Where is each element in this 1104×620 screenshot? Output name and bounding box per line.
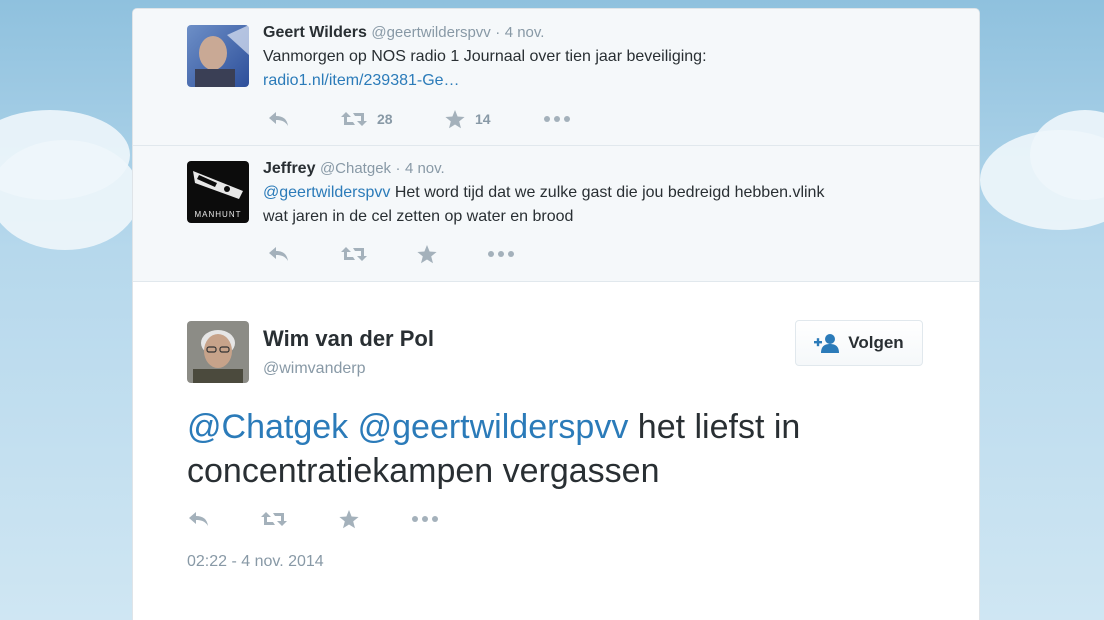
reply-button[interactable] [267, 244, 289, 264]
author-name[interactable]: Geert Wilders [263, 24, 367, 41]
manhunt-logo-text: MANHUNT [195, 210, 242, 219]
separator-dot: · [395, 160, 401, 177]
more-button[interactable] [487, 244, 515, 264]
main-tweet-timestamp[interactable]: 02:22 - 4 nov. 2014 [187, 553, 324, 571]
star-icon [339, 509, 359, 528]
star-icon [417, 244, 437, 263]
retweet-count: 28 [377, 111, 393, 127]
mention-link[interactable]: @geertwilderspvv [358, 408, 629, 446]
manhunt-logo-icon: MANHUNT [187, 161, 249, 223]
author-handle[interactable]: @Chatgek [320, 160, 391, 177]
more-button[interactable] [543, 109, 571, 129]
more-button[interactable] [411, 509, 439, 529]
tweet-text-line: concentratiekampen vergassen [187, 452, 660, 490]
follow-button[interactable]: Volgen [795, 320, 923, 366]
conversation-tweet-geert[interactable]: Geert Wilders @geertwilderspvv · 4 nov. … [133, 9, 979, 146]
avatar-jeffrey[interactable]: MANHUNT [187, 161, 249, 223]
favorite-count: 14 [475, 111, 491, 127]
main-author-handle[interactable]: @wimvanderp [263, 360, 366, 378]
tweet-text-line: wat jaren in de cel zetten op water en b… [263, 208, 574, 225]
retweet-button[interactable]: 28 [341, 109, 393, 129]
avatar-wim[interactable] [187, 321, 249, 383]
more-icon [544, 116, 570, 122]
avatar-geert[interactable] [187, 25, 249, 87]
add-user-icon [814, 334, 840, 353]
more-icon [412, 516, 438, 522]
retweet-icon [341, 112, 367, 126]
tweet-text-line: Het word tijd dat we zulke gast die jou … [390, 184, 825, 201]
favorite-button[interactable] [339, 509, 359, 529]
main-author-name[interactable]: Wim van der Pol [263, 326, 434, 352]
reply-button[interactable] [267, 109, 289, 129]
reply-icon [269, 112, 288, 126]
favorite-button[interactable] [417, 244, 437, 264]
tweet-text-line: het liefst in [628, 408, 801, 446]
tweet-link[interactable]: radio1.nl/item/239381-Ge… [263, 72, 460, 89]
tweet-header: Jeffrey @Chatgek · 4 nov. [263, 160, 445, 178]
separator-dot: · [495, 24, 501, 41]
more-icon [488, 251, 514, 257]
cloud-left-2 [0, 140, 140, 250]
author-handle[interactable]: @geertwilderspvv [371, 24, 490, 41]
tweet-text: @geertwilderspvv Het word tijd dat we zu… [263, 181, 953, 229]
retweet-icon [341, 247, 367, 261]
reply-icon [189, 512, 208, 526]
tweet-panel: Geert Wilders @geertwilderspvv · 4 nov. … [132, 8, 980, 620]
tweet-header: Geert Wilders @geertwilderspvv · 4 nov. [263, 24, 544, 42]
retweet-icon [261, 512, 287, 526]
favorite-button[interactable]: 14 [445, 109, 491, 129]
author-name[interactable]: Jeffrey [263, 160, 315, 177]
portrait-photo-icon [187, 321, 249, 383]
conversation-tweet-jeffrey[interactable]: MANHUNT Jeffrey @Chatgek · 4 nov. @geert… [133, 146, 979, 282]
portrait-photo-icon [187, 25, 249, 87]
reply-icon [269, 247, 288, 261]
retweet-button[interactable] [341, 244, 367, 264]
tweet-date[interactable]: 4 nov. [505, 24, 545, 41]
reply-button[interactable] [187, 509, 209, 529]
tweet-date[interactable]: 4 nov. [405, 160, 445, 177]
main-tweet-text: @Chatgek @geertwilderspvv het liefst in … [187, 405, 947, 493]
retweet-button[interactable] [261, 509, 287, 529]
follow-button-label: Volgen [848, 333, 904, 352]
tweet-text: Vanmorgen op NOS radio 1 Journaal over t… [263, 45, 953, 93]
mention-link[interactable]: @Chatgek [187, 408, 348, 446]
star-icon [445, 109, 465, 128]
tweet-text-line: Vanmorgen op NOS radio 1 Journaal over t… [263, 48, 707, 65]
mention-link[interactable]: @geertwilderspvv [263, 184, 390, 201]
